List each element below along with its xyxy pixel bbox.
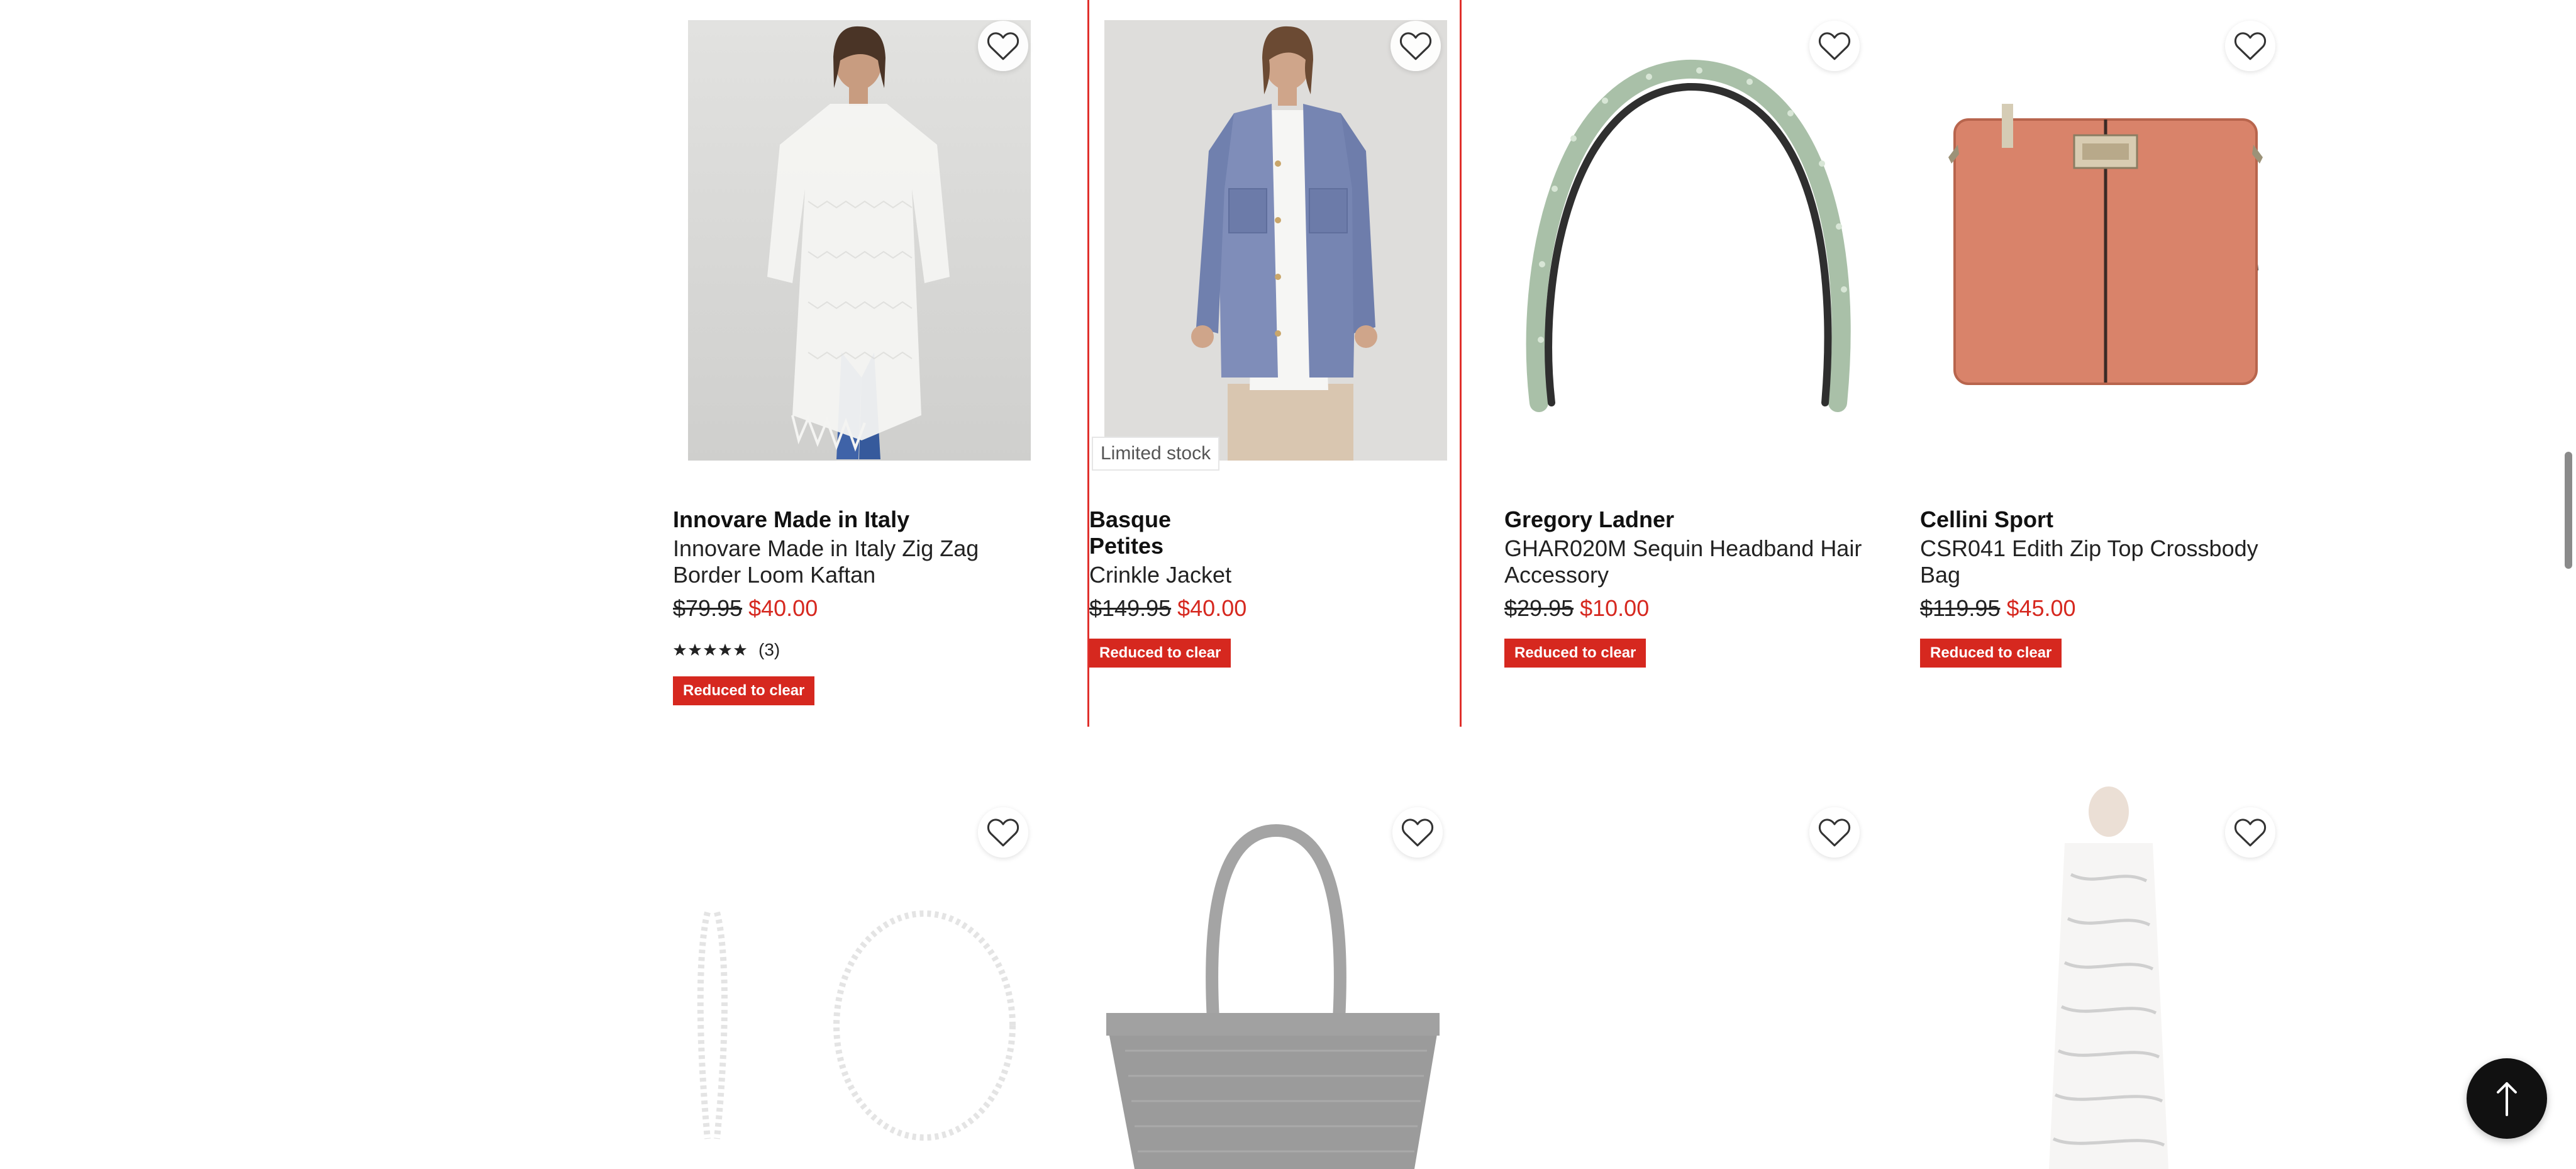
product-name[interactable]: GHAR020M Sequin Headband Hair Accessory (1504, 535, 1879, 588)
product-card[interactable]: Cellini Sport CSR041 Edith Zip Top Cross… (1920, 0, 2294, 730)
favorite-button[interactable] (1809, 21, 1860, 71)
sale-badge: Reduced to clear (1089, 639, 1231, 668)
heart-outline-icon (1401, 819, 1434, 847)
heart-outline-icon (1818, 819, 1851, 847)
product-card[interactable]: Innovare Made in Italy Innovare Made in … (673, 0, 1047, 730)
product-name[interactable]: CSR041 Edith Zip Top Crossbody Bag (1920, 535, 2294, 588)
was-price: $149.95 (1089, 595, 1172, 621)
product-card[interactable] (1504, 786, 1879, 1169)
favorite-button[interactable] (2225, 807, 2275, 858)
page-scrollbar-thumb[interactable] (2565, 452, 2572, 569)
product-name[interactable]: Innovare Made in Italy Zig Zag Border Lo… (673, 535, 1047, 588)
price-row: $149.95 $40.00 (1089, 595, 1385, 622)
favorite-button[interactable] (978, 21, 1028, 71)
product-info: Basque Petites Crinkle Jacket $149.95 $40… (1089, 506, 1385, 668)
sale-price: $10.00 (1580, 595, 1650, 621)
product-brand[interactable]: Cellini Sport (1920, 506, 2294, 533)
favorite-button[interactable] (1809, 807, 1860, 858)
heart-outline-icon (2234, 32, 2267, 60)
favorite-button[interactable] (1391, 21, 1441, 71)
sale-badge: Reduced to clear (1920, 639, 2062, 668)
review-count: (3) (758, 640, 780, 659)
product-card[interactable]: Gregory Ladner GHAR020M Sequin Headband … (1504, 0, 1879, 730)
heart-outline-icon (1399, 32, 1432, 60)
limited-stock-flag: Limited stock (1092, 437, 1220, 471)
product-image[interactable] (1089, 0, 1460, 469)
was-price: $29.95 (1504, 595, 1574, 621)
star-icon (688, 643, 702, 656)
product-brand[interactable]: Gregory Ladner (1504, 506, 1879, 533)
sale-price: $45.00 (2006, 595, 2076, 621)
product-card[interactable] (1920, 786, 2294, 1169)
star-icon (733, 643, 747, 656)
product-info: Gregory Ladner GHAR020M Sequin Headband … (1504, 506, 1879, 668)
product-card[interactable] (673, 786, 1047, 1169)
sale-price: $40.00 (1177, 595, 1247, 621)
price-row: $79.95 $40.00 (673, 595, 1047, 622)
product-info: Innovare Made in Italy Innovare Made in … (673, 506, 1047, 705)
star-icon (673, 643, 687, 656)
product-brand[interactable]: Innovare Made in Italy (673, 506, 1047, 533)
heart-outline-icon (2234, 819, 2267, 847)
product-image[interactable] (1504, 0, 1879, 469)
product-brand[interactable]: Basque Petites (1089, 506, 1184, 559)
price-row: $29.95 $10.00 (1504, 595, 1879, 622)
product-name[interactable]: Crinkle Jacket (1089, 562, 1385, 588)
product-rating[interactable]: (3) (673, 640, 1047, 660)
heart-outline-icon (987, 819, 1019, 847)
heart-outline-icon (1818, 32, 1851, 60)
star-icon (703, 643, 717, 656)
was-price: $79.95 (673, 595, 743, 621)
was-price: $119.95 (1920, 595, 2001, 621)
sale-price: $40.00 (748, 595, 818, 621)
product-image[interactable] (673, 0, 1047, 469)
rating-stars (673, 643, 748, 657)
favorite-button[interactable] (1392, 807, 1443, 858)
heart-outline-icon (987, 32, 1019, 60)
product-info: Cellini Sport CSR041 Edith Zip Top Cross… (1920, 506, 2294, 668)
arrow-up-icon (2497, 1082, 2517, 1116)
sale-badge: Reduced to clear (673, 676, 815, 705)
product-card[interactable] (1087, 786, 1462, 1169)
favorite-button[interactable] (978, 807, 1028, 858)
favorite-button[interactable] (2225, 21, 2275, 71)
product-image[interactable] (1920, 0, 2294, 469)
back-to-top-button[interactable] (2467, 1058, 2547, 1139)
star-icon (718, 643, 732, 656)
product-card[interactable]: Limited stock Basque Petites Crinkle Jac… (1087, 0, 1462, 727)
sale-badge: Reduced to clear (1504, 639, 1646, 668)
price-row: $119.95 $45.00 (1920, 595, 2294, 622)
